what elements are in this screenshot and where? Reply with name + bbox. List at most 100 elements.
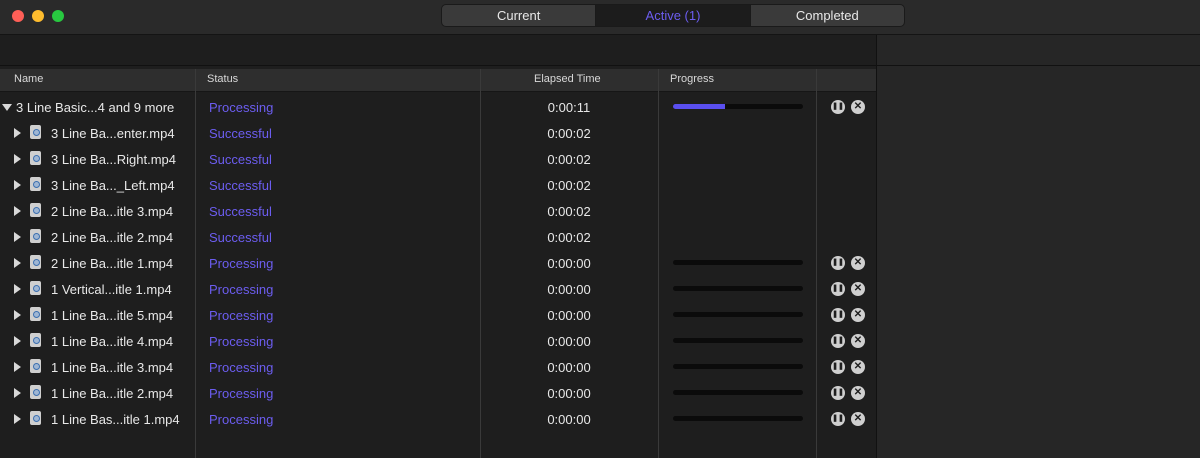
column-header-elapsed[interactable]: Elapsed Time [534,73,601,85]
disclosure-collapsed-icon[interactable] [14,154,21,164]
disclosure-collapsed-icon[interactable] [14,362,21,372]
disclosure-expanded-icon[interactable] [2,104,12,111]
disclosure-collapsed-icon[interactable] [14,310,21,320]
column-header-name[interactable]: Name [14,73,43,85]
elapsed-time: 0:00:00 [547,256,591,271]
job-table: 3 Line Basic...4 and 9 more Processing 0:0… [0,94,876,432]
elapsed-time: 0:00:02 [547,230,591,245]
job-status: Processing [209,282,274,297]
group-row[interactable]: 3 Line Basic...4 and 9 more Processing 0:0… [0,94,876,120]
job-name: 2 Line Ba...itle 2.mp4 [51,230,174,245]
table-header: Name Status Elapsed Time Progress [0,69,876,92]
cancel-icon[interactable]: ✕ [851,386,865,400]
disclosure-collapsed-icon[interactable] [14,180,21,190]
video-file-icon [30,255,41,269]
video-file-icon [30,385,41,399]
job-status: Processing [209,256,274,271]
table-row[interactable]: 1 Vertical...itle 1.mp4 Processing 0:00:00… [0,276,876,302]
job-status: Processing [209,360,274,375]
minimize-window-button[interactable] [32,10,44,22]
elapsed-time: 0:00:02 [547,204,591,219]
column-header-progress[interactable]: Progress [670,73,714,85]
progress-fill [673,104,725,109]
job-name: 2 Line Ba...itle 1.mp4 [51,256,174,271]
video-file-icon [30,177,41,191]
job-status: Processing [209,308,274,323]
tab-completed[interactable]: Completed [751,5,904,26]
disclosure-collapsed-icon[interactable] [14,128,21,138]
pause-icon[interactable]: ❚❚ [831,282,845,296]
job-status: Processing [209,386,274,401]
video-file-icon [30,307,41,321]
job-name: 1 Line Ba...itle 5.mp4 [51,308,174,323]
elapsed-time: 0:00:11 [547,100,591,115]
table-row[interactable]: 1 Line Ba...itle 2.mp4 Processing 0:00:00 ❚… [0,380,876,406]
table-row[interactable]: 2 Line Ba...itle 2.mp4 Successful 0:00:02 [0,224,876,250]
disclosure-collapsed-icon[interactable] [14,284,21,294]
pause-icon[interactable]: ❚❚ [831,412,845,426]
progress-bar [673,104,803,109]
cancel-icon[interactable]: ✕ [851,308,865,322]
disclosure-collapsed-icon[interactable] [14,232,21,242]
job-status: Successful [209,152,272,167]
table-row[interactable]: 1 Line Bas...itle 1.mp4 Processing 0:00:00… [0,406,876,432]
pause-icon[interactable]: ❚❚ [831,386,845,400]
job-status: Processing [209,334,274,349]
job-status: Successful [209,230,272,245]
column-header-status[interactable]: Status [207,73,238,85]
pause-icon[interactable]: ❚❚ [831,308,845,322]
elapsed-time: 0:00:02 [547,126,591,141]
job-name: 3 Line Basic...4 and 9 more [16,100,175,115]
cancel-icon[interactable]: ✕ [851,256,865,270]
disclosure-collapsed-icon[interactable] [14,336,21,346]
toolbar-area [0,35,876,66]
job-name: 3 Line Ba..._Left.mp4 [51,178,175,193]
elapsed-time: 0:00:00 [547,412,591,427]
cancel-icon[interactable]: ✕ [851,334,865,348]
disclosure-collapsed-icon[interactable] [14,414,21,424]
inspector-pane [876,35,1200,458]
elapsed-time: 0:00:00 [547,308,591,323]
job-status: Processing [209,412,274,427]
elapsed-time: 0:00:02 [547,152,591,167]
video-file-icon [30,333,41,347]
tab-current[interactable]: Current [442,5,597,26]
title-bar: Current Active (1) Completed [0,0,1200,35]
elapsed-time: 0:00:00 [547,334,591,349]
cancel-icon[interactable]: ✕ [851,412,865,426]
cancel-icon[interactable]: ✕ [851,100,865,114]
progress-bar [673,286,803,291]
zoom-window-button[interactable] [52,10,64,22]
table-row[interactable]: 3 Line Ba...Right.mp4 Successful 0:00:02 [0,146,876,172]
video-file-icon [30,411,41,425]
pause-icon[interactable]: ❚❚ [831,334,845,348]
video-file-icon [30,229,41,243]
table-row[interactable]: 2 Line Ba...itle 1.mp4 Processing 0:00:00 ❚… [0,250,876,276]
cancel-icon[interactable]: ✕ [851,282,865,296]
tab-active[interactable]: Active (1) [596,5,751,26]
progress-bar [673,338,803,343]
close-window-button[interactable] [12,10,24,22]
table-row[interactable]: 1 Line Ba...itle 3.mp4 Processing 0:00:00 ❚… [0,354,876,380]
elapsed-time: 0:00:00 [547,360,591,375]
disclosure-collapsed-icon[interactable] [14,206,21,216]
job-name: 1 Line Ba...itle 3.mp4 [51,360,174,375]
video-file-icon [30,151,41,165]
table-row[interactable]: 3 Line Ba...enter.mp4 Successful 0:00:02 [0,120,876,146]
job-name: 2 Line Ba...itle 3.mp4 [51,204,174,219]
pause-icon[interactable]: ❚❚ [831,256,845,270]
job-status: Successful [209,178,272,193]
table-row[interactable]: 2 Line Ba...itle 3.mp4 Successful 0:00:02 [0,198,876,224]
disclosure-collapsed-icon[interactable] [14,258,21,268]
disclosure-collapsed-icon[interactable] [14,388,21,398]
table-row[interactable]: 1 Line Ba...itle 4.mp4 Processing 0:00:00 ❚… [0,328,876,354]
job-name: 1 Vertical...itle 1.mp4 [51,282,172,297]
video-file-icon [30,203,41,217]
pause-icon[interactable]: ❚❚ [831,360,845,374]
table-row[interactable]: 1 Line Ba...itle 5.mp4 Processing 0:00:00 ❚… [0,302,876,328]
job-name: 1 Line Ba...itle 2.mp4 [51,386,174,401]
pause-icon[interactable]: ❚❚ [831,100,845,114]
table-row[interactable]: 3 Line Ba..._Left.mp4 Successful 0:00:02 [0,172,876,198]
cancel-icon[interactable]: ✕ [851,360,865,374]
progress-bar [673,390,803,395]
